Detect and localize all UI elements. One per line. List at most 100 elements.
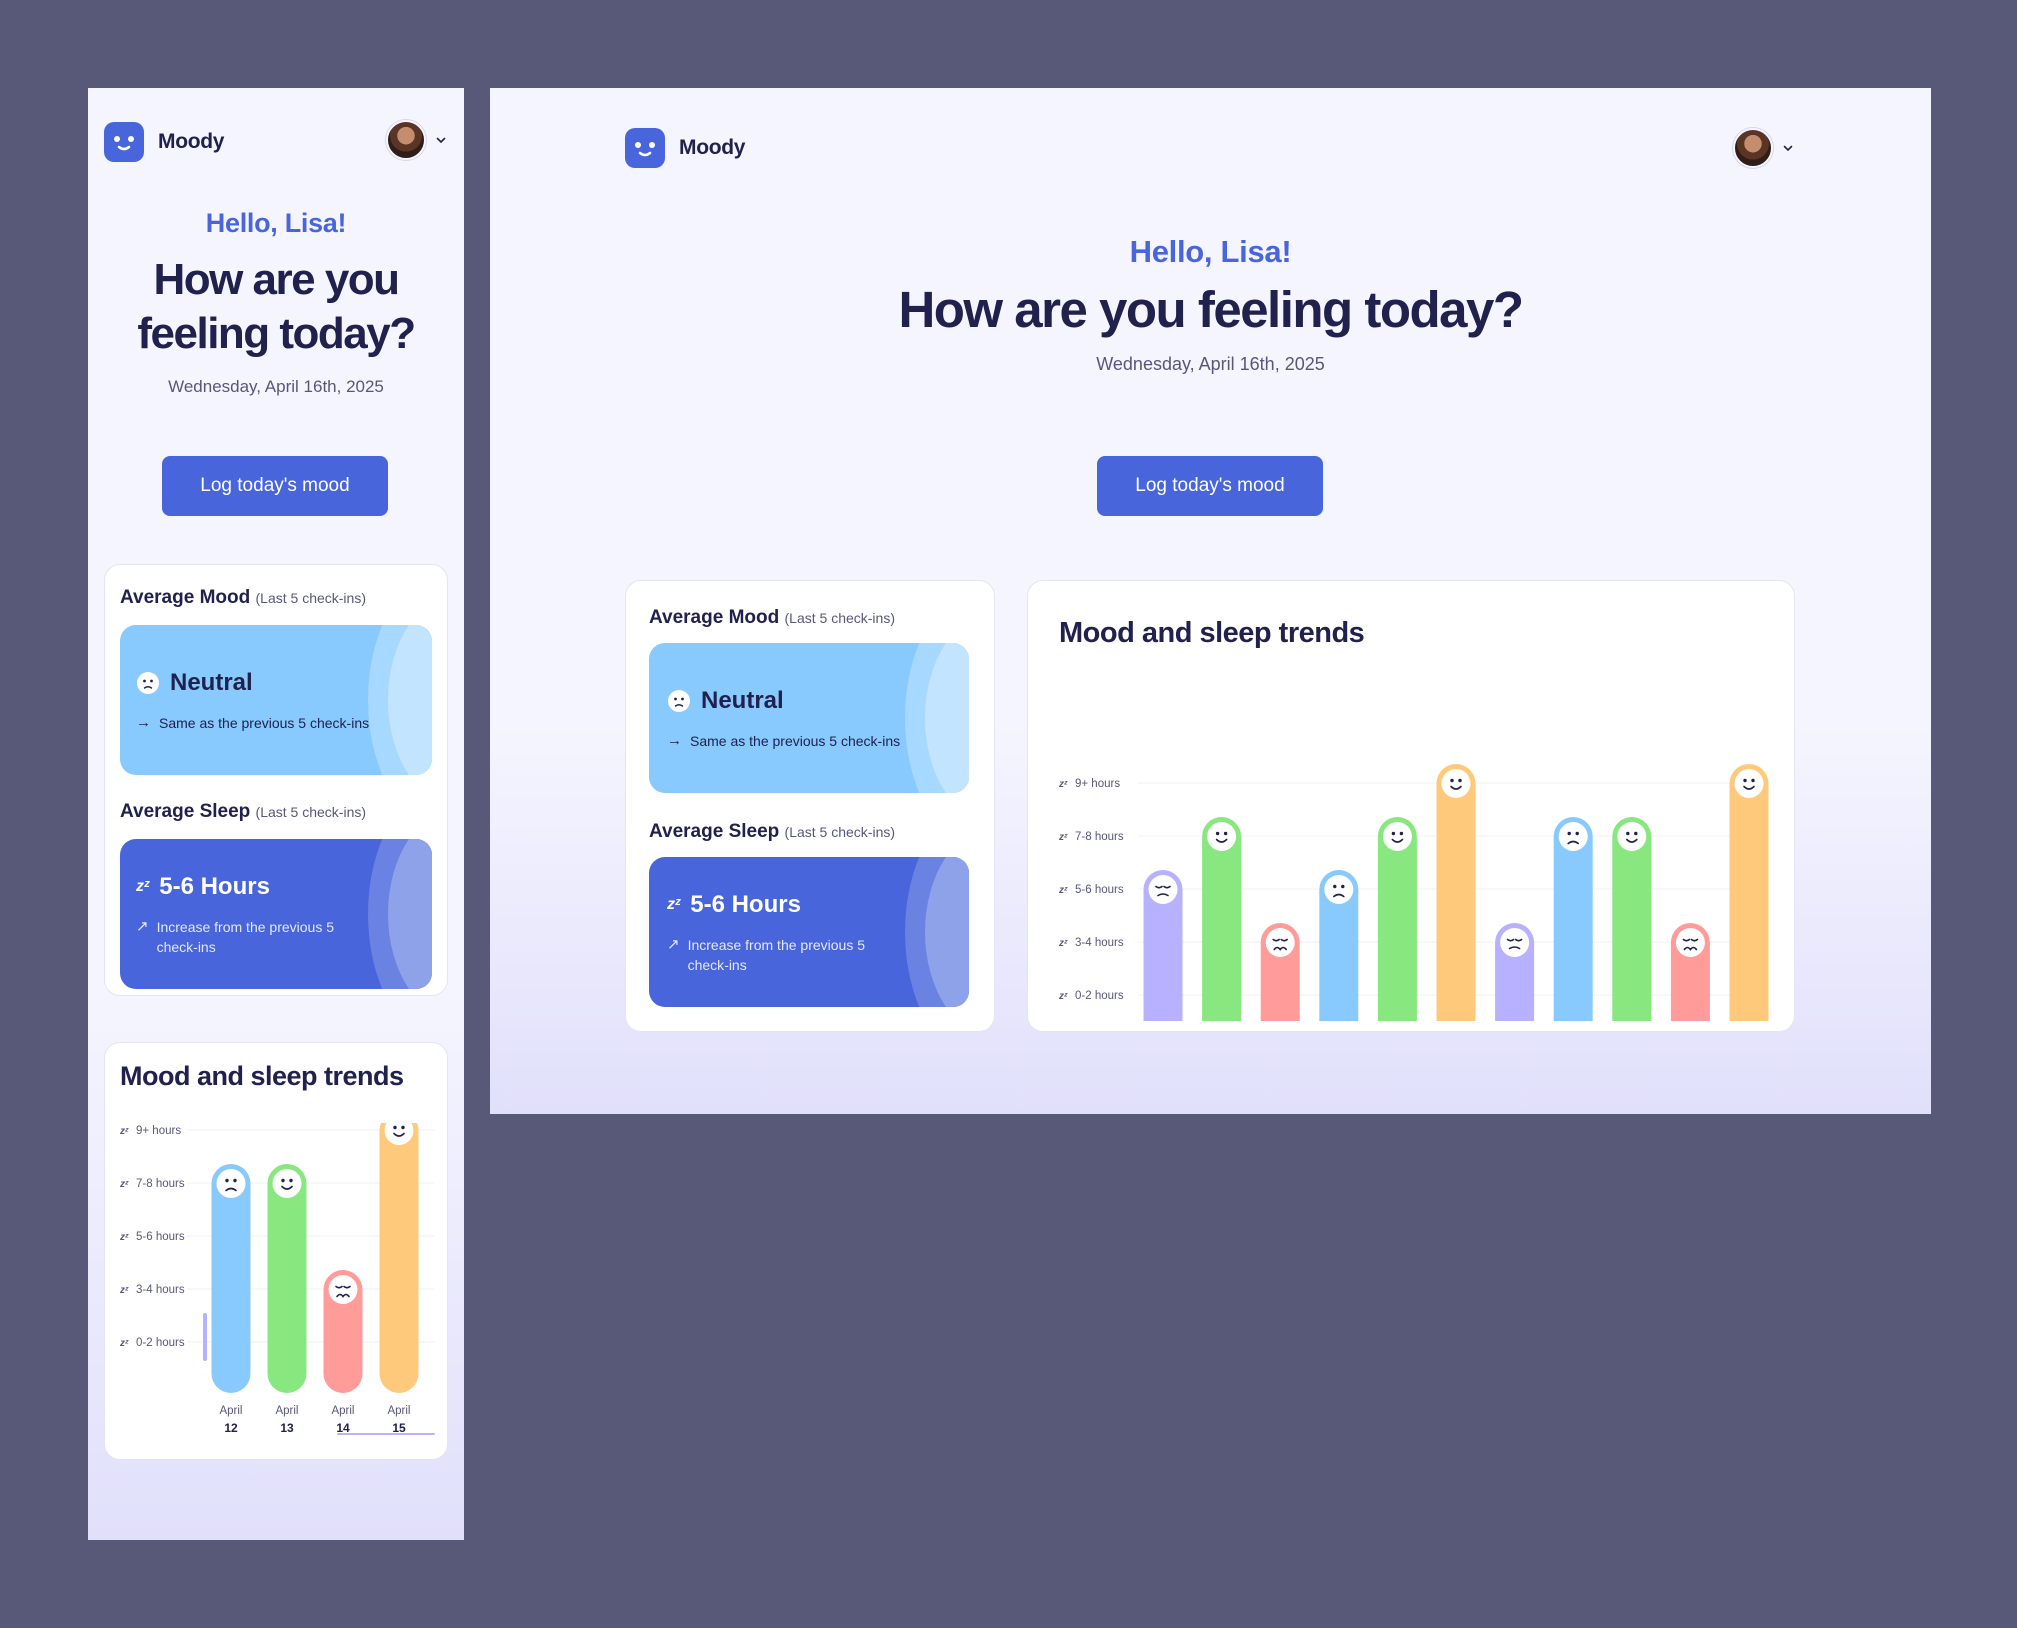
mobile-view: Moody Hello, Lisa! How are you feeling t… xyxy=(88,88,464,1540)
profile-menu[interactable] xyxy=(386,120,446,160)
chart-bar[interactable] xyxy=(1612,817,1652,1021)
page-title: How are you feeling today? xyxy=(898,281,1524,338)
chart-bar[interactable] xyxy=(1436,764,1476,1021)
svg-text:9+ hours: 9+ hours xyxy=(136,1125,181,1137)
averages-card: Average Mood (Last 5 check-ins) Neutral … xyxy=(625,580,995,1032)
svg-text:0-2 hours: 0-2 hours xyxy=(136,1337,185,1349)
date: Wednesday, April 16th, 2025 xyxy=(168,377,384,396)
x-axis-month-label: April xyxy=(387,1405,410,1417)
arrow-right-icon: → xyxy=(136,714,151,731)
svg-text:zᶻ: zᶻ xyxy=(1058,991,1068,1002)
very-sad-face-icon xyxy=(1265,928,1295,957)
neutral-face-icon xyxy=(1558,822,1588,851)
average-mood-tile: Neutral → Same as the previous 5 check-i… xyxy=(649,643,969,793)
trends-title: Mood and sleep trends xyxy=(120,1061,404,1091)
svg-text:7-8 hours: 7-8 hours xyxy=(1075,831,1124,843)
profile-menu[interactable] xyxy=(1733,128,1793,168)
log-mood-button[interactable]: Log today's mood xyxy=(162,456,388,516)
x-axis-month-label: April xyxy=(275,1405,298,1417)
chart-bar[interactable] xyxy=(1670,923,1710,1021)
average-sleep-value: 5-6 Hours xyxy=(690,891,801,918)
svg-text:zᶻ: zᶻ xyxy=(119,1338,129,1349)
zzz-icon: zᶻ xyxy=(136,878,150,895)
svg-text:5-6 hours: 5-6 hours xyxy=(1075,884,1124,896)
neutral-face-icon xyxy=(216,1169,246,1198)
date: Wednesday, April 16th, 2025 xyxy=(1096,354,1325,374)
average-sleep-value: 5-6 Hours xyxy=(159,873,270,900)
trends-title: Mood and sleep trends xyxy=(1059,617,1365,649)
trends-card: Mood and sleep trends zᶻ 0-2 hours zᶻ 3-4 h… xyxy=(104,1042,448,1460)
arrow-up-right-icon: ↗ xyxy=(667,936,680,953)
y-axis-label: zᶻ 9+ hours xyxy=(1058,778,1768,790)
very-happy-face-icon xyxy=(1734,769,1764,798)
chart-scrollbar[interactable] xyxy=(337,1433,435,1435)
trends-card: Mood and sleep trends zᶻ 0-2 hours zᶻ 3-4 h… xyxy=(1027,580,1795,1032)
svg-text:zᶻ: zᶻ xyxy=(1058,779,1068,790)
greeting: Hello, Lisa! xyxy=(205,208,347,238)
x-axis-month-label: April xyxy=(331,1405,354,1417)
happy-face-icon xyxy=(272,1169,302,1198)
average-mood-change: Same as the previous 5 check-ins xyxy=(690,733,901,749)
logo[interactable]: Moody xyxy=(625,128,745,168)
happy-face-icon xyxy=(1617,822,1647,851)
chart-bar[interactable] xyxy=(1377,817,1417,1021)
svg-text:3-4 hours: 3-4 hours xyxy=(1075,937,1124,949)
moody-logo-icon xyxy=(625,128,665,168)
svg-text:zᶻ: zᶻ xyxy=(119,1179,129,1190)
very-sad-face-icon xyxy=(1675,928,1705,957)
chart-bar[interactable] xyxy=(379,1123,419,1393)
moody-logo-icon xyxy=(104,122,144,162)
chart-bar[interactable] xyxy=(1202,817,1242,1021)
zzz-icon: zᶻ xyxy=(667,896,681,913)
average-sleep-label: Average Sleep (Last 5 check-ins) xyxy=(120,801,367,822)
arrow-right-icon: → xyxy=(667,732,682,749)
average-sleep-change: Increase from the previous 5 check-ins xyxy=(156,919,334,955)
chart-bar[interactable] xyxy=(211,1164,251,1393)
chevron-down-icon xyxy=(436,137,446,144)
happy-face-icon xyxy=(1382,822,1412,851)
svg-text:zᶻ: zᶻ xyxy=(119,1285,129,1296)
average-mood-label: Average Mood (Last 5 check-ins) xyxy=(649,607,895,628)
avatar xyxy=(386,120,426,160)
sad-face-icon xyxy=(1148,875,1178,904)
svg-text:3-4 hours: 3-4 hours xyxy=(136,1284,185,1296)
app-name: Moody xyxy=(679,136,746,159)
x-axis-day-label: 12 xyxy=(224,1421,238,1435)
chart-bar-partial xyxy=(203,1313,207,1361)
desktop-view: Moody Hello, Lisa! How are you feeling t… xyxy=(490,88,1931,1114)
chart-bar[interactable] xyxy=(1495,923,1535,1021)
svg-text:5-6 hours: 5-6 hours xyxy=(136,1231,185,1243)
average-mood-value: Neutral xyxy=(701,687,784,714)
logo[interactable]: Moody xyxy=(104,122,224,162)
log-mood-button[interactable]: Log today's mood xyxy=(1097,456,1323,516)
svg-text:zᶻ: zᶻ xyxy=(119,1126,129,1137)
page-title: How are you feeling today? xyxy=(137,255,416,358)
average-mood-value: Neutral xyxy=(170,669,253,696)
svg-text:zᶻ: zᶻ xyxy=(1058,885,1068,896)
chart-bar[interactable] xyxy=(1319,870,1359,1021)
average-sleep-tile: zᶻ 5-6 Hours ↗ Increase from the previou… xyxy=(649,857,969,1007)
sad-face-icon xyxy=(1500,928,1530,957)
chart-bar[interactable] xyxy=(323,1270,363,1393)
app-name: Moody xyxy=(158,130,225,153)
average-mood-change: Same as the previous 5 check-ins xyxy=(159,715,370,731)
x-axis-month-label: April xyxy=(219,1405,242,1417)
chart-bar[interactable] xyxy=(1553,817,1593,1021)
svg-text:zᶻ: zᶻ xyxy=(1058,832,1068,843)
trends-chart: zᶻ 0-2 hours zᶻ 3-4 hours zᶻ 5-6 hours zᶻ 7-8 h… xyxy=(1058,764,1769,1021)
average-sleep-label: Average Sleep (Last 5 check-ins) xyxy=(649,821,896,842)
average-sleep-change: Increase from the previous 5 check-ins xyxy=(687,937,865,973)
svg-text:0-2 hours: 0-2 hours xyxy=(1075,990,1124,1002)
very-sad-face-icon xyxy=(328,1275,358,1304)
average-sleep-tile: zᶻ 5-6 Hours ↗ Increase from the previou… xyxy=(120,839,432,989)
greeting: Hello, Lisa! xyxy=(1129,234,1292,269)
chart-bar[interactable] xyxy=(1729,764,1769,1021)
svg-text:zᶻ: zᶻ xyxy=(1058,938,1068,949)
chart-bar[interactable] xyxy=(267,1164,307,1393)
chart-bar[interactable] xyxy=(1260,923,1300,1021)
very-happy-face-icon xyxy=(1441,769,1471,798)
happy-face-icon xyxy=(1207,822,1237,851)
svg-text:9+ hours: 9+ hours xyxy=(1075,778,1120,790)
neutral-face-icon xyxy=(1324,875,1354,904)
chart-bar[interactable] xyxy=(1143,870,1183,1021)
